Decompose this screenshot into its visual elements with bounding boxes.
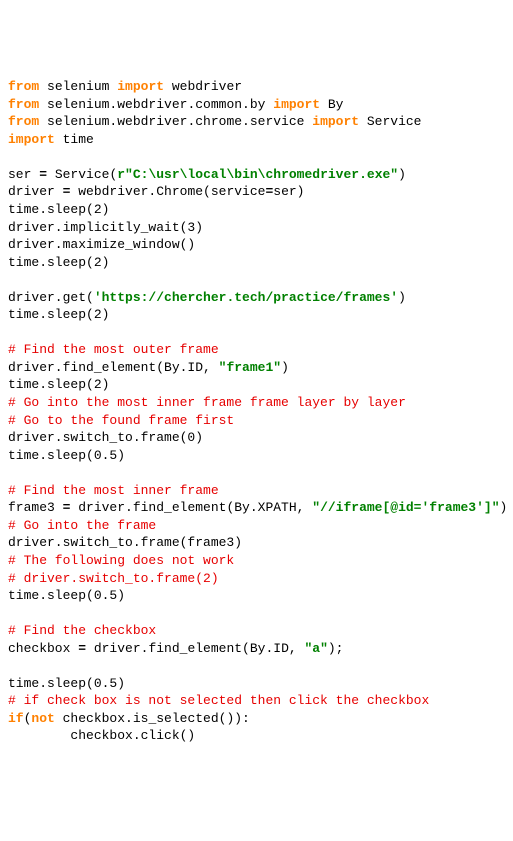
line: driver.switch_to.frame(frame3) [8,535,242,550]
comment: # Find the most inner frame [8,483,219,498]
line: import time [8,132,94,147]
line: # Go to the found frame first [8,413,234,428]
code-text: Service [359,114,421,129]
code-text: time.sleep(2) [8,377,109,392]
code-text: time [55,132,94,147]
comment: # if check box is not selected then clic… [8,693,429,708]
line: # The following does not work [8,553,234,568]
code-text: ( [24,711,32,726]
keyword-import: import [273,97,320,112]
code-text: ) [398,290,406,305]
keyword-from: from [8,97,39,112]
line: driver.maximize_window() [8,237,195,252]
line: time.sleep(2) [8,202,109,217]
code-text: ); [328,641,344,656]
code-text: time.sleep(2) [8,255,109,270]
string-literal: "frame1" [219,360,281,375]
line: driver.get('https://chercher.tech/practi… [8,290,406,305]
line: driver.find_element(By.ID, "frame1") [8,360,289,375]
string-literal: 'https://chercher.tech/practice/frames' [94,290,398,305]
line: driver.switch_to.frame(0) [8,430,203,445]
code-text: ) [281,360,289,375]
code-text: checkbox [8,641,78,656]
line: # Find the most inner frame [8,483,219,498]
line: # Find the checkbox [8,623,156,638]
code-text: webdriver.Chrome(service [70,184,265,199]
string-literal: "//iframe[@id='frame3']" [312,500,499,515]
line: time.sleep(0.5) [8,588,125,603]
keyword-from: from [8,114,39,129]
comment: # Go into the frame [8,518,156,533]
code-text: driver.find_element(By.ID, [8,360,219,375]
code-text: time.sleep(0.5) [8,448,125,463]
line: time.sleep(0.5) [8,676,125,691]
line: # driver.switch_to.frame(2) [8,571,219,586]
code-text: selenium.webdriver.chrome.service [39,114,312,129]
code-text: driver.switch_to.frame(frame3) [8,535,242,550]
code-text: webdriver [164,79,242,94]
line: if(not checkbox.is_selected()): [8,711,250,726]
code-text: frame3 [8,500,63,515]
line: ser = Service(r"C:\usr\local\bin\chromed… [8,167,406,182]
code-text: time.sleep(2) [8,202,109,217]
comment: # Go to the found frame first [8,413,234,428]
keyword-from: from [8,79,39,94]
code-text: driver.get( [8,290,94,305]
line: time.sleep(2) [8,255,109,270]
line: time.sleep(0.5) [8,448,125,463]
string-literal: r"C:\usr\local\bin\chromedriver.exe" [117,167,398,182]
line: time.sleep(2) [8,377,109,392]
line: driver.implicitly_wait(3) [8,220,203,235]
keyword-import: import [8,132,55,147]
comment: # Find the checkbox [8,623,156,638]
keyword-import: import [117,79,164,94]
code-text: driver.maximize_window() [8,237,195,252]
operator-eq: = [39,167,47,182]
line: checkbox.click() [8,728,195,743]
code-text: By [320,97,343,112]
keyword-not: not [31,711,54,726]
keyword-if: if [8,711,24,726]
line: checkbox = driver.find_element(By.ID, "a… [8,641,343,656]
line: from selenium.webdriver.chrome.service i… [8,114,422,129]
code-text: ser [8,167,39,182]
code-text: ser) [273,184,304,199]
code-text: Service( [47,167,117,182]
line: # if check box is not selected then clic… [8,693,429,708]
operator-eq: = [78,641,86,656]
code-text: checkbox.is_selected()): [55,711,250,726]
comment: # Find the most outer frame [8,342,219,357]
line: # Find the most outer frame [8,342,219,357]
line: # Go into the frame [8,518,156,533]
code-text: driver.find_element(By.XPATH, [70,500,312,515]
comment: # driver.switch_to.frame(2) [8,571,219,586]
code-text: ) [500,500,508,515]
code-block: from selenium import webdriver from sele… [8,78,505,745]
code-text: time.sleep(0.5) [8,676,125,691]
line: # Go into the most inner frame frame lay… [8,395,406,410]
line: from selenium.webdriver.common.by import… [8,97,343,112]
line: time.sleep(2) [8,307,109,322]
string-literal: "a" [304,641,327,656]
line: driver = webdriver.Chrome(service=ser) [8,184,305,199]
keyword-import: import [312,114,359,129]
code-text: ) [398,167,406,182]
code-text: driver [8,184,63,199]
code-text: driver.switch_to.frame(0) [8,430,203,445]
line: frame3 = driver.find_element(By.XPATH, "… [8,500,507,515]
comment: # Go into the most inner frame frame lay… [8,395,406,410]
code-text: driver.implicitly_wait(3) [8,220,203,235]
code-text: driver.find_element(By.ID, [86,641,304,656]
code-text: time.sleep(0.5) [8,588,125,603]
line: from selenium import webdriver [8,79,242,94]
code-text: checkbox.click() [8,728,195,743]
code-text: selenium.webdriver.common.by [39,97,273,112]
comment: # The following does not work [8,553,234,568]
code-text: time.sleep(2) [8,307,109,322]
code-text: selenium [39,79,117,94]
